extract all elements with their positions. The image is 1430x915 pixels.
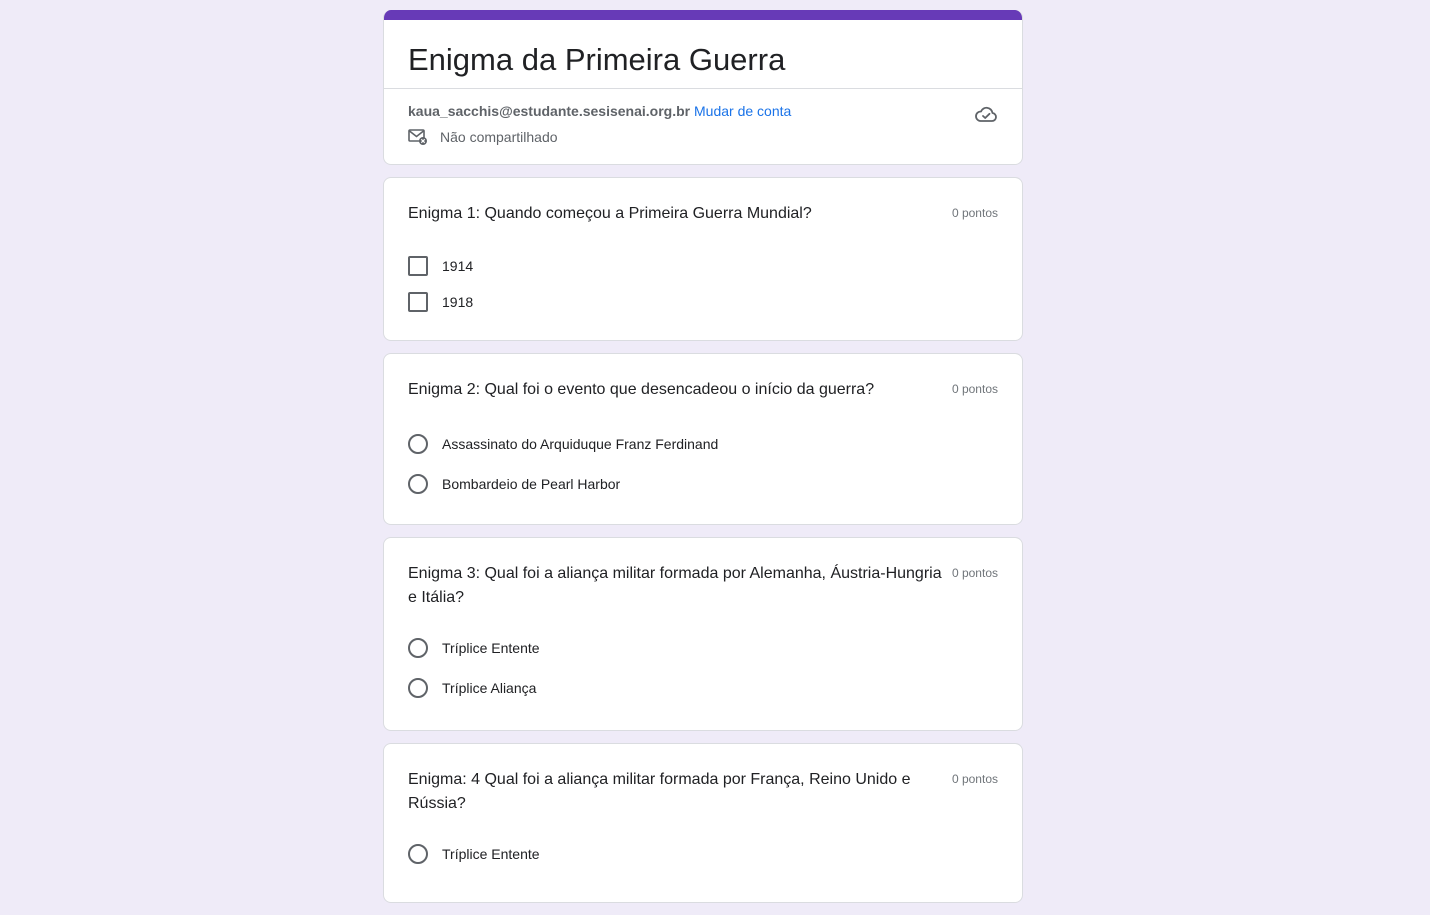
question-points: 0 pontos bbox=[951, 772, 998, 786]
checkbox-option[interactable]: 1914 bbox=[408, 248, 998, 284]
question-card-4: Enigma: 4 Qual foi a aliança militar for… bbox=[383, 743, 1023, 903]
question-points: 0 pontos bbox=[951, 382, 998, 396]
option-label: 1914 bbox=[442, 258, 474, 274]
radio-option[interactable]: Tríplice Aliança bbox=[408, 668, 998, 708]
radio-option[interactable]: Assassinato do Arquiduque Franz Ferdinan… bbox=[408, 424, 998, 464]
switch-account-link[interactable]: Mudar de conta bbox=[694, 103, 791, 119]
cloud-saved-icon[interactable] bbox=[974, 102, 998, 126]
mail-not-shared-icon bbox=[408, 129, 427, 145]
account-line: kaua_sacchis@estudante.sesisenai.org.br … bbox=[408, 102, 791, 120]
question-title: Enigma 1: Quando começou a Primeira Guer… bbox=[408, 205, 812, 222]
option-label: Bombardeio de Pearl Harbor bbox=[442, 476, 621, 492]
question-title: Enigma 2: Qual foi o evento que desencad… bbox=[408, 381, 875, 398]
form-column: Enigma da Primeira Guerra kaua_sacchis@e… bbox=[383, 10, 1023, 915]
option-label: Tríplice Entente bbox=[442, 846, 540, 862]
option-label: 1918 bbox=[442, 294, 474, 310]
option-label: Tríplice Entente bbox=[442, 640, 540, 656]
question-points: 0 pontos bbox=[951, 206, 998, 220]
form-header-card: Enigma da Primeira Guerra kaua_sacchis@e… bbox=[383, 10, 1023, 165]
option-label: Tríplice Aliança bbox=[442, 680, 537, 696]
checkbox[interactable] bbox=[408, 256, 428, 276]
radio-button[interactable] bbox=[408, 638, 428, 658]
not-shared-label: Não compartilhado bbox=[440, 129, 558, 145]
question-title: Enigma 3: Qual foi a aliança militar for… bbox=[408, 565, 942, 606]
radio-button[interactable] bbox=[408, 434, 428, 454]
account-email: kaua_sacchis@estudante.sesisenai.org.br bbox=[408, 103, 691, 119]
not-shared-row: Não compartilhado bbox=[408, 128, 558, 146]
radio-button[interactable] bbox=[408, 474, 428, 494]
question-card-1: Enigma 1: Quando começou a Primeira Guer… bbox=[383, 177, 1023, 341]
question-card-3: Enigma 3: Qual foi a aliança militar for… bbox=[383, 537, 1023, 731]
radio-option[interactable]: Bombardeio de Pearl Harbor bbox=[408, 464, 998, 504]
question-card-2: Enigma 2: Qual foi o evento que desencad… bbox=[383, 353, 1023, 525]
question-points: 0 pontos bbox=[951, 566, 998, 580]
radio-option[interactable]: Tríplice Entente bbox=[408, 834, 998, 874]
divider bbox=[384, 88, 1022, 89]
option-label: Assassinato do Arquiduque Franz Ferdinan… bbox=[442, 436, 719, 452]
radio-button[interactable] bbox=[408, 844, 428, 864]
radio-button[interactable] bbox=[408, 678, 428, 698]
checkbox[interactable] bbox=[408, 292, 428, 312]
form-title: Enigma da Primeira Guerra bbox=[408, 42, 786, 77]
radio-option[interactable]: Tríplice Entente bbox=[408, 628, 998, 668]
checkbox-option[interactable]: 1918 bbox=[408, 284, 998, 320]
question-title: Enigma: 4 Qual foi a aliança militar for… bbox=[408, 771, 911, 812]
